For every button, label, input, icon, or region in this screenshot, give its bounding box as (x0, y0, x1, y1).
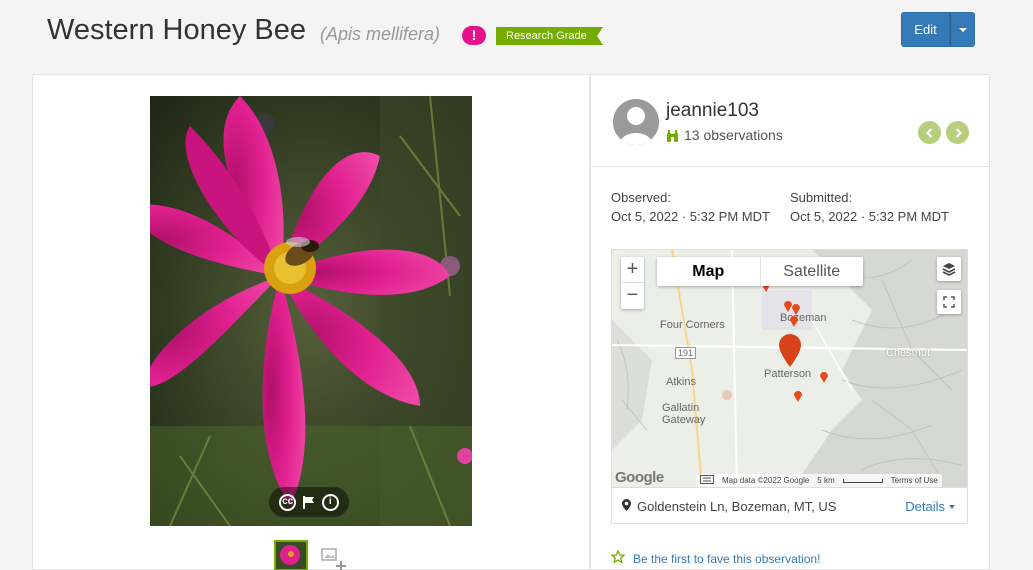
details-label: Details (905, 499, 945, 514)
map-type-tabs: Map Satellite (657, 257, 863, 286)
observer-username[interactable]: jeannie103 (666, 100, 759, 122)
chevron-left-icon (925, 127, 932, 138)
fave-label: Be the first to fave this observation! (633, 551, 821, 566)
quality-grade-badge: Research Grade (496, 27, 603, 45)
layers-icon[interactable] (937, 257, 961, 281)
submitted-label: Submitted: (790, 190, 853, 205)
tab-map[interactable]: Map (657, 257, 761, 286)
edit-button[interactable]: Edit (901, 12, 950, 47)
route-shield: 191 (675, 347, 697, 359)
map-scale: 5 km (817, 476, 835, 485)
flag-icon[interactable] (300, 494, 317, 511)
fave-link[interactable]: Be the first to fave this observation! (610, 549, 821, 567)
observation-photo[interactable] (150, 96, 472, 526)
observed-date-block: Observed: Oct 5, 2022 · 5:32 PM MDT (611, 190, 770, 224)
scale-bar (842, 478, 883, 483)
cc-license-icon[interactable]: cc (279, 493, 297, 511)
fullscreen-icon[interactable] (937, 290, 961, 314)
google-logo: Google (615, 469, 664, 486)
next-observation-button[interactable] (946, 121, 969, 144)
photo-thumbnail[interactable] (274, 540, 308, 570)
map-attribution: Map data ©2022 Google (722, 476, 810, 485)
observation-count[interactable]: 13 observations (666, 127, 783, 143)
info-icon[interactable]: i (321, 493, 339, 511)
edit-dropdown-toggle[interactable] (950, 12, 975, 47)
observation-count-label: 13 observations (684, 127, 783, 143)
species-scientific-name[interactable]: (Apis mellifera) (320, 24, 440, 45)
chevron-right-icon (955, 127, 962, 138)
map-zoom-controls: + − (621, 257, 644, 309)
map-place-patterson: Patterson (764, 368, 812, 380)
observed-date: Oct 5, 2022 · 5:32 PM MDT (611, 209, 770, 224)
zoom-in-button[interactable]: + (621, 257, 644, 283)
photo-controls: cc i (269, 487, 349, 517)
map-place-gallatin-gateway: Gallatin Gateway (662, 402, 706, 426)
map-place-chestnut: Chestnut (886, 347, 931, 359)
terms-of-use-link[interactable]: Terms of Use (891, 476, 938, 485)
avatar[interactable] (613, 99, 659, 145)
location-place: Goldenstein Ln, Bozeman, MT, US (637, 499, 837, 514)
location-text: Goldenstein Ln, Bozeman, MT, US (622, 499, 836, 514)
location-details-button[interactable]: Details (905, 499, 955, 514)
details-panel: jeannie103 13 observations Observed: Oct… (590, 74, 990, 570)
chevron-down-icon (949, 504, 955, 509)
location-map[interactable]: Four Corners Bozeman Chestnut Patterson … (611, 249, 968, 488)
map-pin-icon (622, 499, 631, 514)
tab-satellite[interactable]: Satellite (761, 257, 864, 286)
observed-label: Observed: (611, 190, 671, 205)
chevron-down-icon (958, 27, 967, 32)
observation-header: Western Honey Bee (Apis mellifera) ! Res… (0, 0, 1033, 64)
map-attribution-bar: Map data ©2022 Google 5 km Terms of Use (696, 474, 942, 487)
observer-row: jeannie103 13 observations (591, 75, 989, 167)
keyboard-icon[interactable] (700, 475, 714, 486)
map-place-bozeman: Bozeman (780, 312, 827, 324)
zoom-out-button[interactable]: − (621, 283, 644, 309)
exclamation-icon[interactable]: ! (462, 26, 486, 45)
edit-button-group: Edit (901, 12, 975, 47)
species-common-name[interactable]: Western Honey Bee (47, 14, 306, 47)
map-place-four-corners: Four Corners (660, 319, 725, 331)
submitted-date: Oct 5, 2022 · 5:32 PM MDT (790, 209, 949, 224)
add-photo-icon[interactable] (321, 547, 347, 570)
location-row: Goldenstein Ln, Bozeman, MT, US Details (611, 488, 968, 524)
map-place-atkins: Atkins (666, 376, 696, 388)
star-icon (610, 549, 626, 567)
previous-observation-button[interactable] (918, 121, 941, 144)
submitted-date-block: Submitted: Oct 5, 2022 · 5:32 PM MDT (790, 190, 949, 224)
photo-panel: cc i (32, 74, 590, 570)
binoculars-icon (666, 129, 679, 142)
